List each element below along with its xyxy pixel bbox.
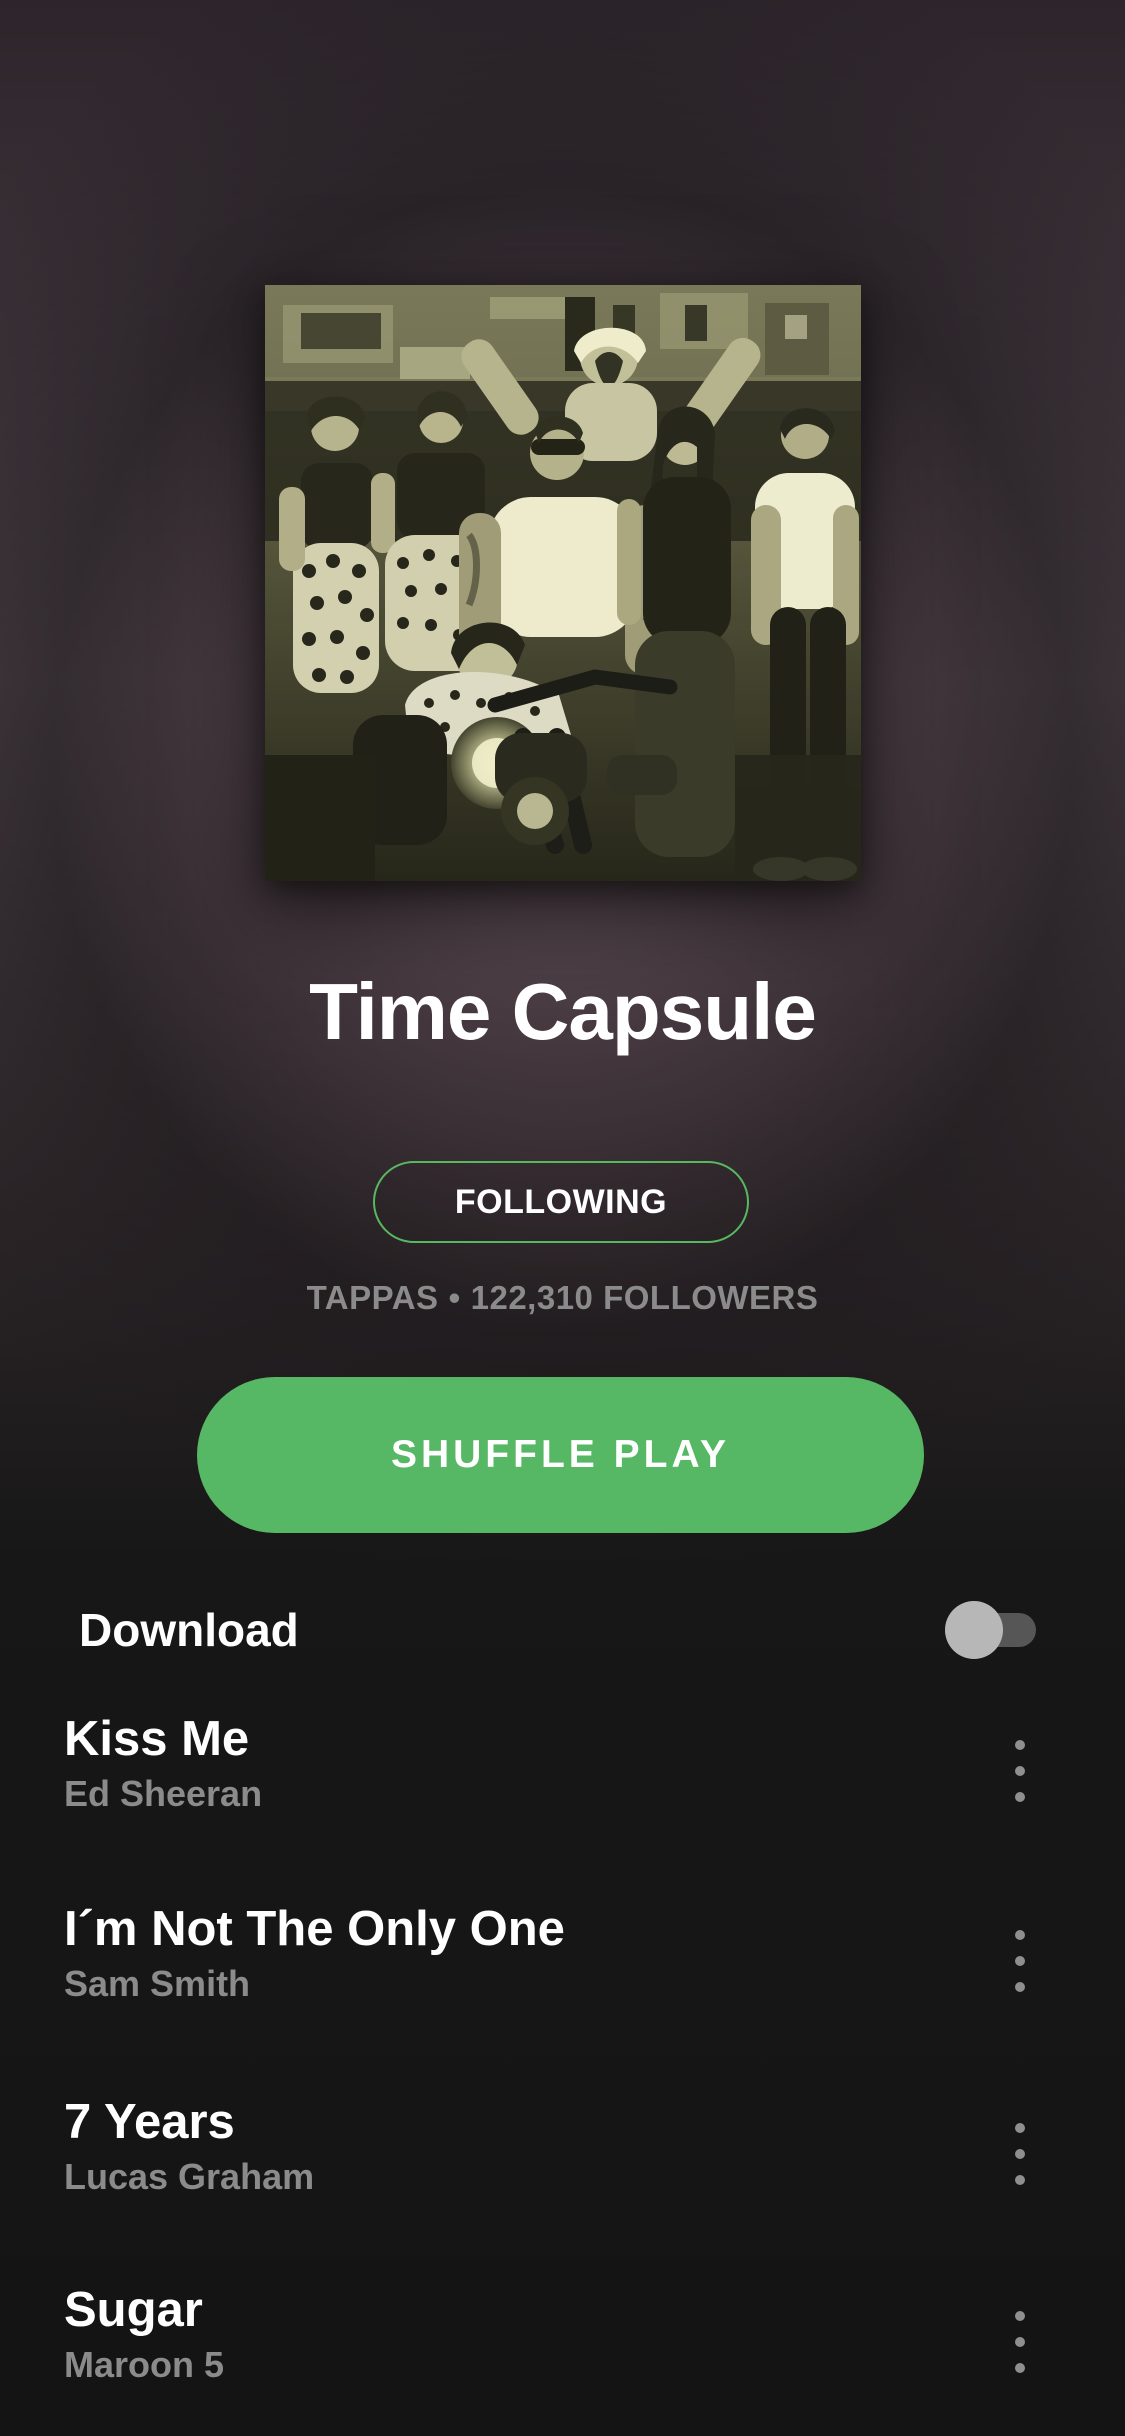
more-vertical-icon-bottom [1015, 1982, 1025, 1992]
track-title: I´m Not The Only One [64, 1902, 565, 1956]
toggle-knob [945, 1601, 1003, 1659]
more-vertical-icon [1015, 1930, 1025, 1940]
more-vertical-icon-bottom [1015, 1792, 1025, 1802]
track-row[interactable]: Sugar Maroon 5 [0, 2281, 1125, 2431]
band-photo-image [265, 285, 861, 881]
track-title: Sugar [64, 2283, 203, 2337]
shuffle-play-button[interactable]: SHUFFLE PLAY [197, 1377, 924, 1533]
track-more-button[interactable] [990, 2303, 1050, 2381]
track-artist: Sam Smith [64, 1963, 251, 2004]
more-vertical-icon [1015, 2123, 1025, 2133]
download-row: Download [0, 1585, 1125, 1675]
track-title: Kiss Me [64, 1712, 250, 1766]
track-more-button[interactable] [990, 1732, 1050, 1810]
more-vertical-icon [1015, 2311, 1025, 2321]
track-artist: Maroon 5 [64, 2344, 225, 2385]
more-vertical-icon-middle [1015, 2149, 1025, 2159]
more-vertical-icon-bottom [1015, 2175, 1025, 2185]
more-vertical-icon-middle [1015, 1956, 1025, 1966]
playlist-meta: TAPPAS • 122,310 FOLLOWERS [0, 1273, 1125, 1323]
track-row[interactable]: Kiss Me Ed Sheeran [0, 1710, 1125, 1860]
playlist-title: Time Capsule [309, 967, 817, 1056]
more-vertical-icon-bottom [1015, 2363, 1025, 2373]
track-row[interactable]: I´m Not The Only One Sam Smith [0, 1900, 1125, 2050]
download-label: Download [79, 1604, 299, 1656]
followers-count: 122,310 FOLLOWERS [470, 1279, 819, 1316]
track-artist: Ed Sheeran [64, 1773, 263, 1814]
track-row[interactable]: 7 Years Lucas Graham [0, 2093, 1125, 2243]
playlist-cover-art [265, 285, 861, 881]
following-button[interactable]: FOLLOWING [373, 1161, 749, 1243]
track-more-button[interactable] [990, 2115, 1050, 2193]
owner-name[interactable]: TAPPAS [307, 1279, 439, 1316]
more-vertical-icon-middle [1015, 2337, 1025, 2347]
track-title: 7 Years [64, 2095, 235, 2149]
track-more-button[interactable] [990, 1922, 1050, 2000]
meta-separator: • [448, 1279, 461, 1316]
download-toggle[interactable] [945, 1601, 1041, 1659]
more-vertical-icon-middle [1015, 1766, 1025, 1776]
playlist-screen: Time Capsule FOLLOWING TAPPAS • 122,310 FO… [0, 0, 1125, 2436]
track-artist: Lucas Graham [64, 2156, 315, 2197]
more-vertical-icon [1015, 1740, 1025, 1750]
